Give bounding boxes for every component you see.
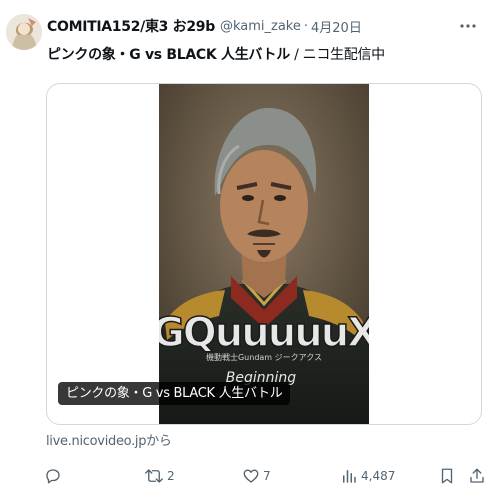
views-button[interactable]: 4,487 [340, 464, 395, 488]
display-name[interactable]: COMITIA152/東3 お29b [47, 16, 215, 36]
views-count: 4,487 [361, 469, 396, 483]
link-card[interactable]: GQuuuuuX 機動戦士Gundam ジークアクス Beginning ピンク… [46, 83, 482, 425]
avatar-image [6, 14, 42, 50]
bookmark-icon [441, 468, 453, 484]
logo-subtitle: 機動戦士Gundam ジークアクス [206, 352, 322, 362]
card-domain[interactable]: live.nicovideo.jpから [46, 430, 172, 449]
heart-icon [243, 469, 259, 483]
tweet-title-suffix: / ニコ生配信中 [289, 47, 385, 63]
share-icon [470, 468, 484, 483]
retweet-icon [145, 469, 163, 483]
retweet-count: 2 [167, 469, 175, 483]
tweet-text: ピンクの象・G vs BLACK 人生バトル / ニコ生配信中 [47, 44, 385, 64]
like-count: 7 [263, 469, 271, 483]
tweet-header: COMITIA152/東3 お29b @kami_zake · 4月20日 [47, 16, 362, 36]
share-button[interactable] [468, 464, 486, 488]
user-handle[interactable]: @kami_zake [220, 19, 301, 34]
like-button[interactable]: 7 [242, 464, 271, 488]
tweet-title: ピンクの象・G vs BLACK 人生バトル [47, 47, 290, 63]
retweet-button[interactable]: 2 [144, 464, 175, 488]
reply-icon [46, 469, 60, 484]
header-separator: · [303, 18, 309, 34]
views-icon [343, 470, 356, 483]
more-icon [460, 24, 476, 28]
portrait-illustration: GQuuuuuX 機動戦士Gundam ジークアクス Beginning [159, 84, 369, 424]
avatar[interactable] [6, 14, 42, 50]
tweet[interactable]: COMITIA152/東3 お29b @kami_zake · 4月20日 ピン… [0, 0, 496, 496]
logo-main: GQuuuuuX [159, 310, 369, 356]
bookmark-button[interactable] [438, 464, 456, 488]
reply-button[interactable] [44, 464, 65, 488]
card-thumbnail[interactable]: GQuuuuuX 機動戦士Gundam ジークアクス Beginning [159, 84, 369, 424]
action-bar: 2 7 4,487 [40, 464, 486, 488]
more-options-button[interactable] [458, 16, 478, 36]
card-caption: ピンクの象・G vs BLACK 人生バトル [58, 382, 291, 405]
tweet-date[interactable]: 4月20日 [311, 17, 362, 36]
